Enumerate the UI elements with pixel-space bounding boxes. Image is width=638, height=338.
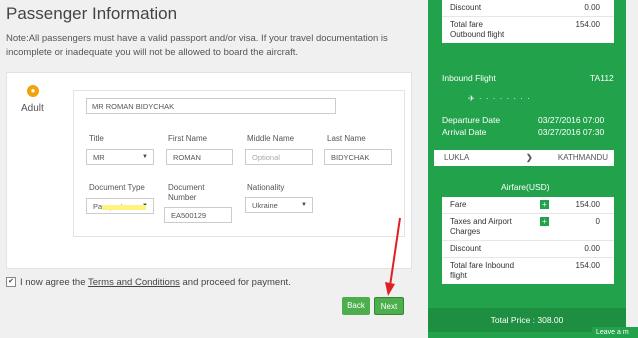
terms-agreement: ✔ I now agree the Terms and Conditions an… — [6, 277, 291, 288]
first-name-input[interactable]: ROMAN — [166, 149, 233, 165]
passenger-form-section: Passenger Information Note:All passenger… — [0, 0, 420, 338]
full-name-display: MR ROMAN BIDYCHAK — [86, 98, 336, 114]
title-select[interactable]: MR ▼ — [86, 149, 154, 165]
leave-message-tab[interactable]: Leave a m — [592, 327, 638, 338]
inbound-flight-number: TA112 — [590, 73, 614, 83]
route-bar: LUKLA ❯ KATHMANDU — [434, 150, 614, 166]
airfare-heading: Airfare(USD) — [501, 182, 550, 192]
title-label: Title — [89, 134, 104, 143]
inbound-total-value: 154.00 — [575, 261, 600, 270]
plus-icon[interactable]: + — [540, 217, 549, 226]
document-number-label-line2: Number — [168, 193, 197, 202]
passport-note: Note:All passengers must have a valid pa… — [6, 33, 388, 58]
taxes-label-line2: Charges — [450, 227, 481, 236]
inbound-heading: Inbound Flight — [442, 73, 496, 83]
route-destination: KATHMANDU — [557, 153, 608, 162]
inbound-total-row: Total fare Inbound flight 154.00 — [442, 258, 614, 284]
fare-label: Fare — [450, 200, 467, 209]
taxes-row: Taxes and Airport Charges + 0 — [442, 214, 614, 241]
title-value: MR — [93, 153, 105, 162]
document-type-label: Document Type — [89, 183, 145, 192]
terms-checkbox[interactable]: ✔ — [6, 277, 16, 288]
last-name-label: Last Name — [327, 134, 366, 143]
inbound-discount-label: Discount — [450, 244, 482, 253]
nationality-select[interactable]: Ukraine ▼ — [245, 197, 313, 213]
document-number-input[interactable]: EA500129 — [164, 207, 232, 223]
outbound-fare-box: Discount 0.00 Total fare Outbound flight… — [442, 0, 614, 43]
red-arrow-annotation — [385, 217, 401, 296]
chevron-down-icon: ▼ — [142, 154, 148, 160]
arrival-value: 03/27/2016 07:30 — [538, 127, 605, 137]
document-number-highlight — [102, 205, 146, 210]
chevron-down-icon: ▼ — [301, 202, 307, 208]
terms-suffix: and proceed for payment. — [179, 277, 291, 288]
fare-value: 154.00 — [575, 200, 600, 209]
arrival-label: Arrival Date — [442, 127, 487, 137]
plane-icon: ✈ · · · · · · · · — [468, 94, 531, 103]
passenger-fields: MR ROMAN BIDYCHAK Title First Name Middl… — [73, 90, 405, 237]
outbound-discount-value: 0.00 — [584, 3, 600, 12]
fare-summary-panel: Discount 0.00 Total fare Outbound flight… — [428, 0, 626, 338]
route-origin: LUKLA — [444, 153, 470, 162]
outbound-discount-label: Discount — [450, 3, 482, 12]
back-button[interactable]: Back — [342, 297, 370, 315]
middle-name-label: Middle Name — [247, 134, 295, 143]
inbound-total-label-line2: flight — [450, 271, 467, 280]
first-name-label: First Name — [168, 134, 208, 143]
inbound-discount-row: Discount 0.00 — [442, 241, 614, 258]
terms-link[interactable]: Terms and Conditions — [88, 277, 180, 288]
outbound-discount-row: Discount 0.00 — [442, 0, 614, 17]
next-button[interactable]: Next — [374, 297, 404, 315]
outbound-total-value: 154.00 — [575, 20, 600, 29]
taxes-value: 0 — [595, 217, 600, 226]
inbound-discount-value: 0.00 — [584, 244, 600, 253]
arrow-right-icon: ❯ — [526, 153, 533, 162]
departure-label: Departure Date — [442, 115, 501, 125]
fare-row: Fare + 154.00 — [442, 197, 614, 214]
outbound-total-row: Total fare Outbound flight 154.00 — [442, 17, 614, 43]
last-name-input[interactable]: BIDYCHAK — [324, 149, 392, 165]
nationality-label: Nationality — [247, 183, 285, 192]
terms-prefix: I now agree the — [20, 277, 88, 288]
page-title: Passenger Information — [6, 4, 178, 23]
passenger-type-label: Adult — [21, 103, 44, 114]
plus-icon[interactable]: + — [540, 200, 549, 209]
departure-value: 03/27/2016 07:00 — [538, 115, 605, 125]
passenger-card: ● Adult MR ROMAN BIDYCHAK Title First Na… — [6, 72, 412, 269]
middle-name-input[interactable]: Optional — [245, 149, 313, 165]
nationality-value: Ukraine — [252, 201, 278, 210]
inbound-fare-box: Fare + 154.00 Taxes and Airport Charges … — [442, 197, 614, 284]
outbound-total-label-line2: Outbound flight — [450, 30, 505, 39]
user-icon: ● — [27, 85, 39, 97]
taxes-label-line1: Taxes and Airport — [450, 217, 512, 226]
document-number-label-line1: Document — [168, 183, 205, 192]
